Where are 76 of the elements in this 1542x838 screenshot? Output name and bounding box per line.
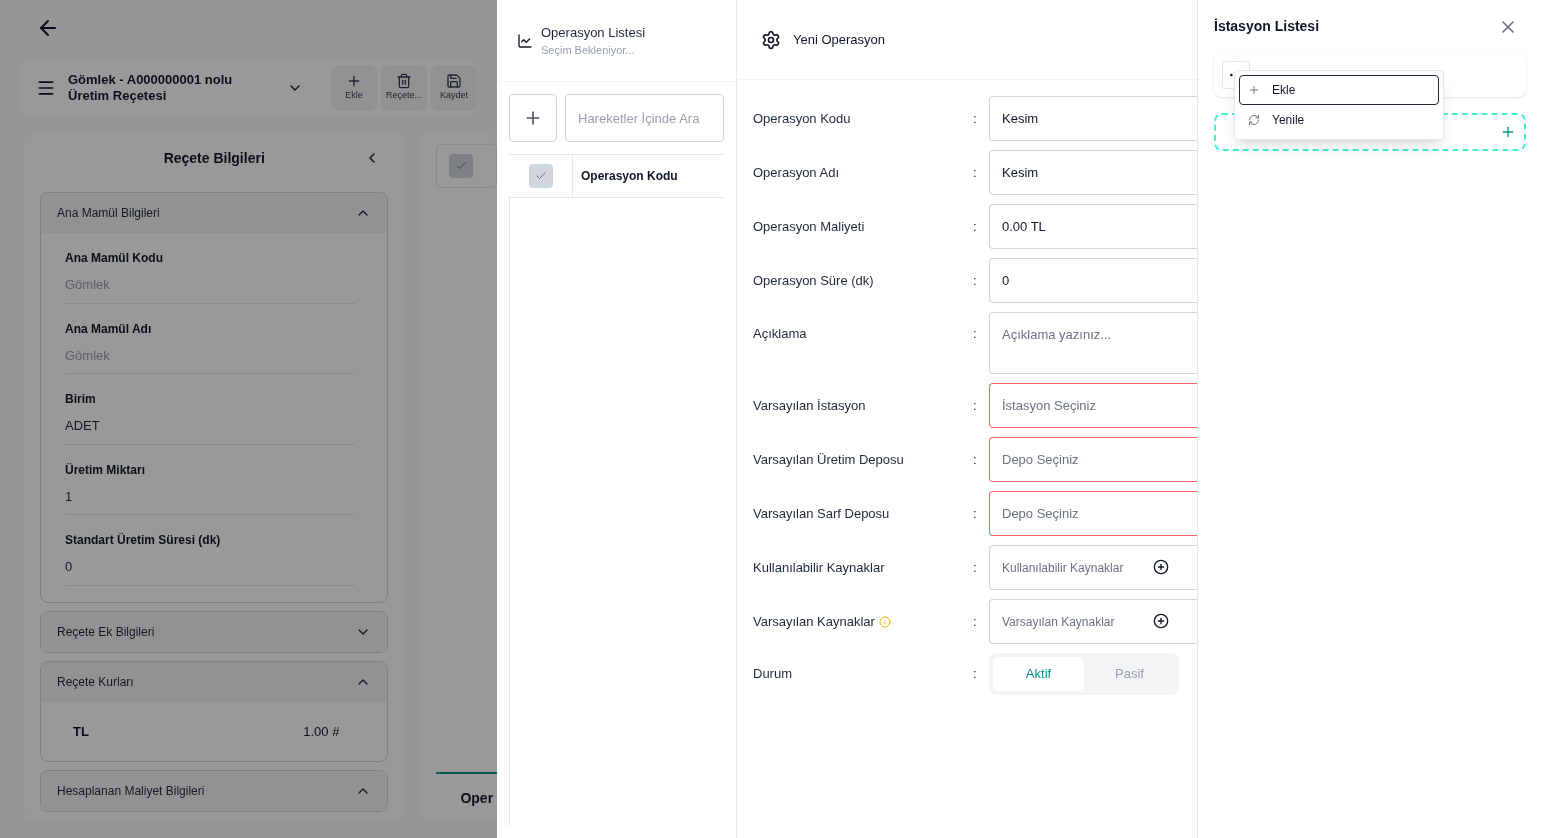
station-list-title: İstasyon Listesi — [1214, 17, 1320, 36]
field-label: Standart Üretim Süresi (dk) — [65, 532, 222, 549]
list-title: Operasyon Listesi — [541, 23, 646, 42]
list-subtitle: Seçim Bekleniyor... — [541, 43, 636, 58]
input-field[interactable]: Kesim — [989, 150, 1197, 195]
field-value: ADET — [65, 408, 356, 445]
field-label: Açıklama — [753, 325, 808, 343]
field-label: Kullanılabilir Kaynaklar — [753, 558, 886, 577]
input-field[interactable]: 0 — [989, 258, 1197, 303]
refresh-icon — [1248, 114, 1260, 126]
field-label: Varsayılan İstasyon — [753, 396, 867, 415]
colon: : — [973, 612, 978, 631]
field-label: Ana Mamül Kodu — [65, 250, 164, 267]
field-value: Gömlek — [65, 267, 356, 304]
add-circle-icon[interactable] — [1153, 559, 1169, 575]
resource-field[interactable]: Varsayılan Kaynaklar — [989, 599, 1197, 644]
field-label: Varsayılan Üretim Deposu — [753, 450, 905, 469]
search-field[interactable]: Hareketler İçinde Ara — [565, 94, 724, 142]
toolbar-button[interactable]: Kaydet — [431, 65, 477, 111]
colon: : — [973, 504, 978, 523]
chart-icon — [517, 32, 533, 49]
add-circle-icon[interactable] — [1153, 613, 1169, 629]
check-icon — [455, 160, 468, 172]
colon: : — [973, 450, 978, 469]
select-all-checkbox[interactable] — [528, 164, 553, 188]
resource-field[interactable]: Kullanılabilir Kaynaklar — [989, 545, 1197, 590]
field-label: Operasyon Süre (dk) — [753, 271, 875, 290]
field-label: Birim — [65, 391, 97, 408]
section-header[interactable]: Reçete Ek Bilgileri — [41, 611, 388, 652]
checkbox[interactable] — [449, 154, 474, 178]
menu-item[interactable]: Yenile — [1239, 105, 1439, 135]
input-field[interactable]: İstasyon Seçiniz — [989, 383, 1197, 428]
recipe-title: Gömlek - A000000001 nolu Üretim Reçetesi — [68, 72, 234, 104]
field-value: 1 — [65, 478, 356, 515]
toolbar-button[interactable]: Reçete... — [381, 65, 427, 111]
colon: : — [973, 558, 978, 577]
input-field[interactable]: Depo Seçiniz — [989, 491, 1197, 536]
save-icon — [446, 73, 462, 90]
colon: : — [973, 665, 978, 684]
section-header[interactable]: Ana Mamül Bilgileri — [41, 193, 388, 233]
field-value: Gömlek — [65, 337, 356, 374]
field-label: Varsayılan Sarf Deposu — [753, 504, 891, 523]
field-value: 0 — [65, 549, 356, 586]
column-header: Operasyon Kodu — [580, 168, 678, 185]
rate-value: 1.00 # — [303, 722, 340, 741]
menu-icon[interactable] — [36, 78, 56, 98]
trash-icon — [396, 73, 412, 90]
description-field[interactable]: Açıklama yazınız... — [989, 312, 1197, 374]
colon: : — [973, 109, 978, 128]
section-header[interactable]: Hesaplanan Maliyet Bilgileri — [41, 771, 388, 811]
input-field[interactable]: Kesim — [989, 96, 1197, 141]
section-header[interactable]: Reçete Kurları — [41, 661, 388, 702]
panel-title: Reçete Bilgileri — [163, 148, 265, 168]
input-field[interactable]: 0.00 TL — [989, 204, 1197, 249]
field-label: Operasyon Maliyeti — [753, 217, 866, 236]
field-label: Operasyon Adı — [753, 163, 840, 182]
field-label: Üretim Miktarı — [65, 461, 147, 479]
colon: : — [973, 217, 978, 236]
field-label: Operasyon Kodu — [753, 109, 852, 128]
colon: : — [973, 325, 978, 343]
plus-icon[interactable] — [1500, 124, 1516, 140]
form-title: Yeni Operasyon — [793, 30, 886, 49]
colon: : — [973, 271, 978, 290]
input-field[interactable]: Depo Seçiniz — [989, 437, 1197, 482]
toolbar-button[interactable]: Ekle — [331, 65, 377, 111]
plus-icon — [1248, 84, 1260, 96]
menu-item[interactable]: Ekle — [1239, 75, 1439, 105]
field-label: Varsayılan Kaynaklar — [753, 611, 973, 632]
field-label: Durum — [753, 665, 793, 684]
colon: : — [973, 396, 978, 415]
currency-label: TL — [73, 722, 89, 741]
colon: : — [973, 163, 978, 182]
toggle-option[interactable]: Aktif — [993, 657, 1084, 691]
check-icon — [534, 170, 547, 182]
tab-label[interactable]: Oper — [460, 787, 494, 809]
field-label: Ana Mamül Adı — [65, 320, 153, 338]
